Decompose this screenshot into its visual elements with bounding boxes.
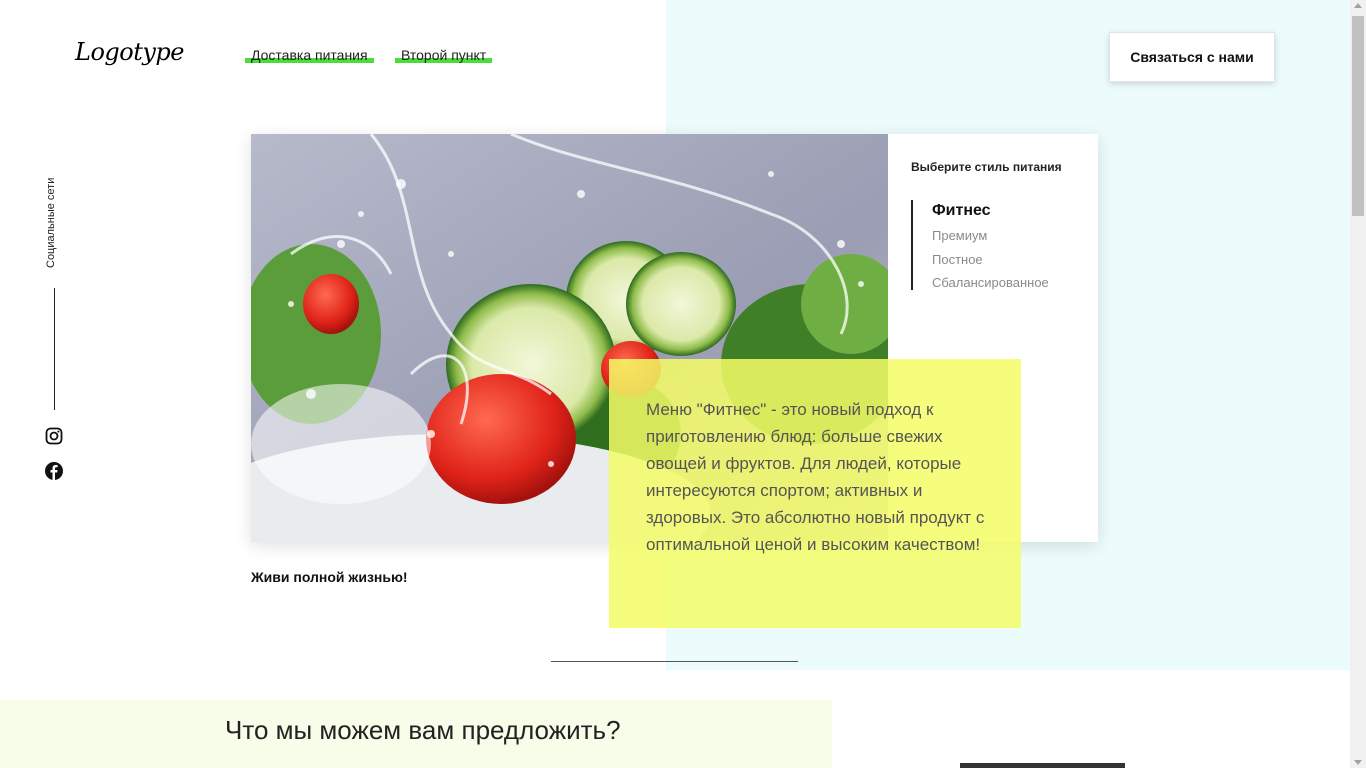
contact-us-button[interactable]: Связаться с нами xyxy=(1109,32,1275,82)
instagram-icon[interactable] xyxy=(45,427,63,445)
section-divider xyxy=(551,661,798,662)
description-panel: Меню "Фитнес" - это новый подход к приго… xyxy=(609,359,1021,628)
social-networks-label: Социальные сети xyxy=(45,177,57,268)
nav-link-second-item[interactable]: Второй пункт xyxy=(395,47,493,63)
scrollbar-thumb[interactable] xyxy=(1352,16,1364,216)
dark-block xyxy=(960,763,1125,768)
nav-link-food-delivery[interactable]: Доставка питания xyxy=(245,47,374,63)
menu-style-item-fitness[interactable]: Фитнес xyxy=(932,200,1049,222)
scroll-down-arrow-icon[interactable] xyxy=(1354,760,1362,765)
nav-link-label: Второй пункт xyxy=(401,47,487,63)
slogan: Живи полной жизнью! xyxy=(251,569,408,585)
menu-style-list: Фитнес Премиум Постное Сбалансированное xyxy=(911,200,1049,290)
logo[interactable]: Logotype xyxy=(75,38,184,66)
social-divider-line xyxy=(54,288,55,410)
nav-link-label: Доставка питания xyxy=(251,47,368,63)
facebook-icon[interactable] xyxy=(45,462,63,480)
menu-style-item-premium[interactable]: Премиум xyxy=(932,224,1049,248)
menu-style-item-balanced[interactable]: Сбалансированное xyxy=(932,271,1049,295)
menu-style-item-lenten[interactable]: Постное xyxy=(932,248,1049,272)
offer-section-title: Что мы можем вам предложить? xyxy=(225,715,621,745)
vertical-scrollbar[interactable] xyxy=(1350,0,1366,768)
menu-description-text: Меню "Фитнес" - это новый подход к приго… xyxy=(646,400,985,554)
scroll-up-arrow-icon[interactable] xyxy=(1354,3,1362,8)
menu-style-title: Выберите стиль питания xyxy=(911,160,1062,174)
